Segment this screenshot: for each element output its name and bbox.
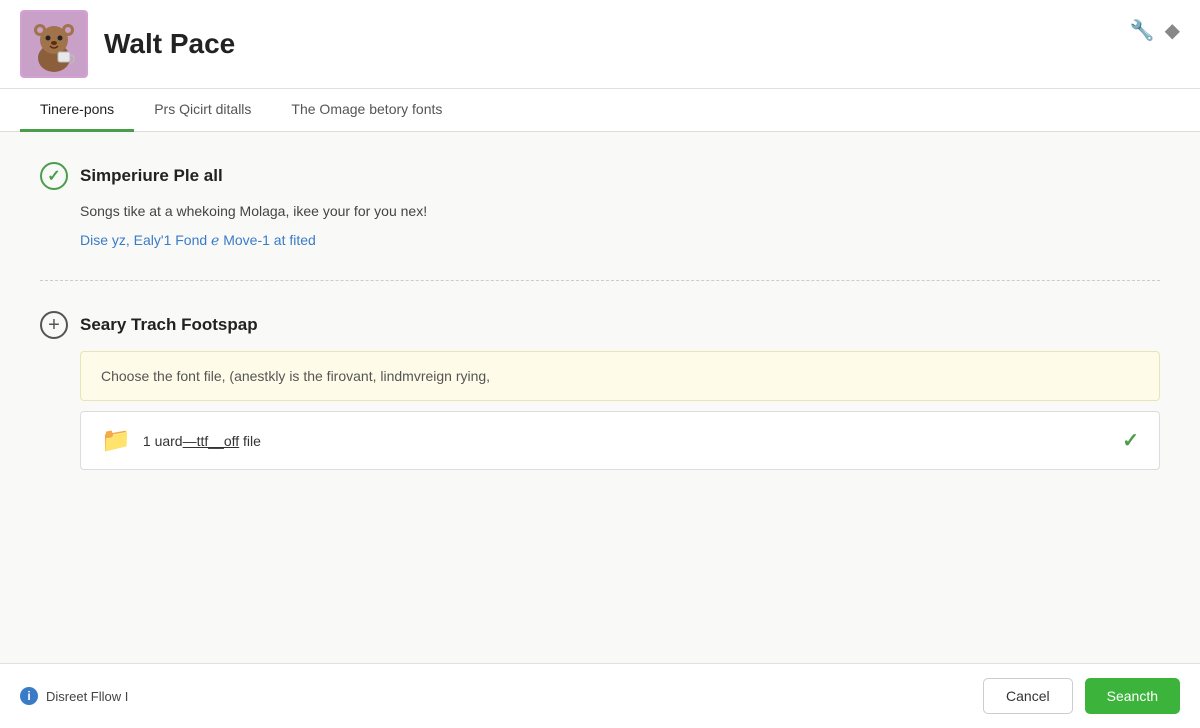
file-item-left: 📁 1 uard—ttf__off file <box>101 426 261 455</box>
footer-info-text: Disreet Fllow I <box>46 689 128 704</box>
section-seary-trach: + Seary Trach Footspap Choose the font f… <box>40 311 1160 500</box>
cancel-button[interactable]: Cancel <box>983 678 1073 714</box>
header: Walt Pace 🔧 ◆ <box>0 0 1200 89</box>
section-simperiure: ✓ Simperiure Ple all Songs tike at a whe… <box>40 162 1160 281</box>
page-container: Walt Pace 🔧 ◆ Tinere-pons Prs Qicirt dit… <box>0 0 1200 728</box>
page-title: Walt Pace <box>104 28 235 60</box>
submit-button[interactable]: Seancth <box>1085 678 1180 714</box>
tab-omage-betory[interactable]: The Omage betory fonts <box>271 89 462 132</box>
main-content: ✓ Simperiure Ple all Songs tike at a whe… <box>0 132 1200 663</box>
avatar <box>20 10 88 78</box>
section1-link[interactable]: Dise yz, Ealy'1 Fond ℯ Move-1 at fited <box>80 232 316 248</box>
section1-description: Songs tike at a whekoing Molaga, ikee yo… <box>80 200 1160 222</box>
footer-buttons: Cancel Seancth <box>983 678 1180 714</box>
section2-title: Seary Trach Footspap <box>80 315 258 335</box>
file-item: 📁 1 uard—ttf__off file ✓ <box>80 411 1160 470</box>
folder-icon: 📁 <box>101 426 131 455</box>
diamond-icon[interactable]: ◆ <box>1165 18 1180 43</box>
settings-icon[interactable]: 🔧 <box>1130 18 1155 43</box>
tab-tinere-pons[interactable]: Tinere-pons <box>20 89 134 132</box>
tab-prs-qicirt[interactable]: Prs Qicirt ditalls <box>134 89 271 132</box>
section2-header: + Seary Trach Footspap <box>40 311 1160 339</box>
section1-title: Simperiure Ple all <box>80 166 223 186</box>
plus-icon: + <box>40 311 68 339</box>
tabs-bar: Tinere-pons Prs Qicirt ditalls The Omage… <box>0 89 1200 132</box>
file-check-icon: ✓ <box>1122 428 1139 453</box>
footer: i Disreet Fllow I Cancel Seancth <box>0 663 1200 728</box>
footer-info: i Disreet Fllow I <box>20 687 128 705</box>
info-icon: i <box>20 687 38 705</box>
header-icons: 🔧 ◆ <box>1130 18 1180 43</box>
section1-header: ✓ Simperiure Ple all <box>40 162 1160 190</box>
file-item-name: 1 uard—ttf__off file <box>143 433 261 449</box>
check-icon: ✓ <box>40 162 68 190</box>
file-input-placeholder[interactable]: Choose the font file, (anestkly is the f… <box>80 351 1160 401</box>
